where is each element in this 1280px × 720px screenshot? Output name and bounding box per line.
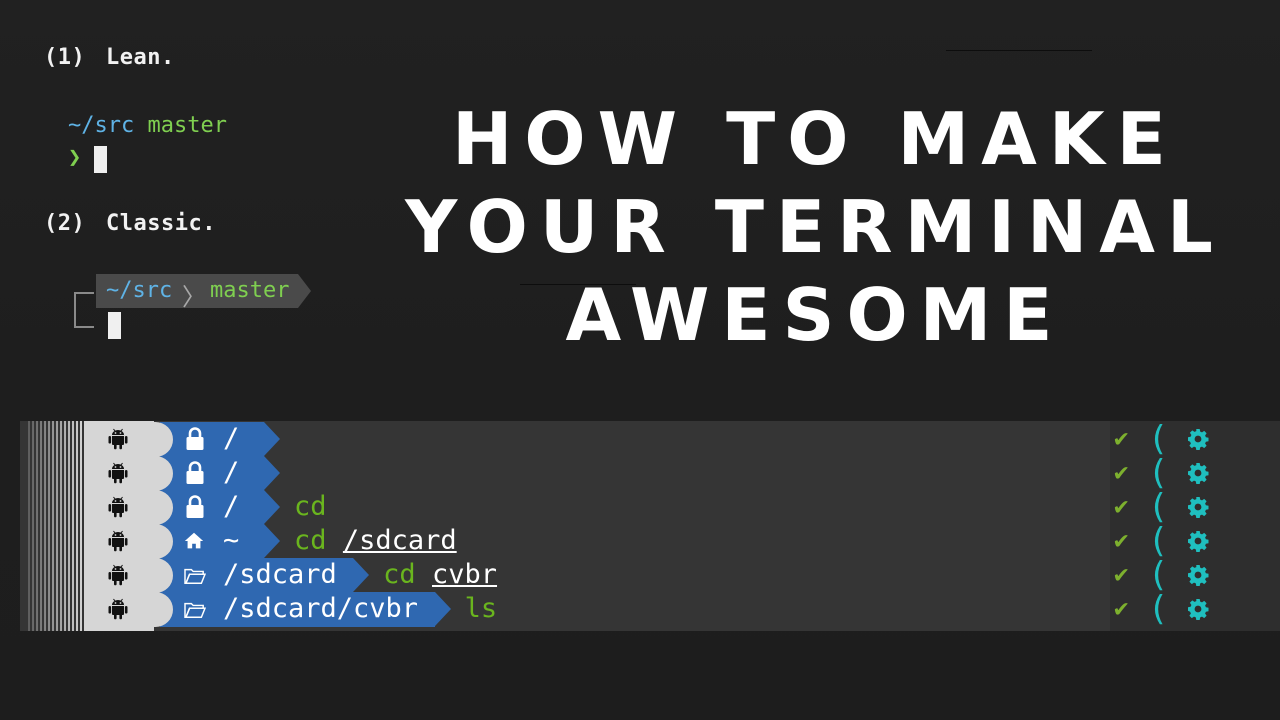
status-separator: (: [1152, 589, 1166, 629]
lean-path: ~/src: [68, 113, 135, 138]
android-icon: [106, 597, 130, 621]
path-segment-arrow: [264, 524, 280, 558]
lean-branch: master: [147, 113, 227, 138]
headline-line-1: HOW TO MAKE: [452, 97, 1178, 181]
status-check-icon: ✔: [1114, 526, 1129, 554]
gear-icon: [1186, 529, 1212, 555]
android-icon: [106, 495, 130, 519]
theme-classic-number: (2): [44, 211, 86, 236]
path-segment-arrow: [264, 456, 280, 490]
terminal-row: / cd ✔(: [20, 487, 1280, 527]
os-segment-cap: [138, 592, 173, 627]
folder-icon: [183, 600, 207, 624]
android-icon: [106, 427, 130, 451]
path-text: /: [223, 491, 240, 522]
path-segment: [160, 456, 264, 491]
lean-prompt-path: ~/src master: [68, 113, 227, 138]
theme-lean-number: (1): [44, 45, 86, 70]
classic-path: ~/src: [106, 278, 173, 303]
headline-line-2: YOUR TERMINAL: [405, 185, 1225, 269]
gear-icon: [1186, 563, 1212, 589]
command-text: cd: [383, 559, 416, 590]
path-segment-arrow: [264, 490, 280, 524]
terminal-row: /sdcard cd cvbr ✔(: [20, 555, 1280, 595]
terminal-row: /sdcard/cvbr ls ✔ (: [20, 589, 1280, 629]
command-text: cd: [294, 525, 327, 556]
headline: HOW TO MAKE YOUR TERMINAL AWESOME: [400, 95, 1230, 359]
status-check-icon: ✔: [1114, 458, 1129, 486]
command-text: ls: [464, 593, 498, 624]
theme-lean-label: (1) Lean.: [44, 45, 175, 70]
gear-icon: [1186, 427, 1212, 453]
command-argument: /sdcard: [342, 525, 457, 556]
os-segment-cap: [138, 558, 173, 593]
classic-bracket: [74, 292, 94, 328]
path-segment: [160, 490, 264, 525]
status-check-icon: ✔: [1114, 492, 1129, 520]
gear-icon: [1186, 597, 1212, 623]
path-segment-arrow: [264, 422, 280, 456]
path-segment-arrow: [353, 558, 370, 592]
os-segment-cap: [138, 524, 173, 559]
theme-classic-label: (2) Classic.: [44, 211, 216, 236]
lock-icon: [183, 426, 207, 456]
theme-classic-title: Classic.: [106, 211, 216, 236]
folder-icon: [183, 566, 207, 590]
path-segment: [160, 422, 264, 457]
os-segment-cap: [138, 422, 173, 457]
status-check-icon: ✔: [1114, 594, 1129, 622]
terminal-row: / ✔(: [20, 453, 1280, 493]
terminal-row: ~ cd/sdcard ✔(: [20, 521, 1280, 561]
theme-lean-title: Lean.: [106, 45, 175, 70]
lean-prompt-symbol: ❯: [68, 145, 82, 170]
path-text: /sdcard/cvbr: [223, 593, 419, 624]
os-segment-cap: [138, 490, 173, 525]
command-text: cd: [294, 491, 327, 522]
classic-separator-icon: 〉: [182, 283, 206, 311]
powerline-terminal: / ✔(/ ✔(/ cd ✔(~ cd/sdcard ✔(/sdcard cd cvbr ✔(/s…: [20, 419, 1280, 631]
android-icon: [106, 461, 130, 485]
home-icon: [183, 530, 205, 556]
path-segment: [160, 524, 264, 559]
status-check-icon: ✔: [1114, 560, 1129, 588]
path-text: ~: [223, 525, 240, 556]
terminal-row: / ✔(: [20, 419, 1280, 459]
divider-line: [946, 50, 1092, 51]
os-segment-cap: [138, 456, 173, 491]
terminal-cursor: [108, 312, 121, 339]
classic-prompt-bar-tip: [298, 274, 311, 308]
gear-icon: [1186, 495, 1212, 521]
status-check-icon: ✔: [1114, 424, 1129, 452]
path-text: /: [223, 423, 240, 454]
path-text: /sdcard: [223, 559, 337, 590]
path-text: /: [223, 457, 240, 488]
headline-line-3: AWESOME: [565, 273, 1065, 357]
gear-icon: [1186, 461, 1212, 487]
path-segment-arrow: [434, 592, 451, 626]
android-icon: [106, 563, 130, 587]
command-argument: cvbr: [432, 559, 498, 590]
android-icon: [106, 529, 130, 553]
classic-branch: master: [210, 278, 290, 303]
lock-icon: [183, 494, 207, 524]
lock-icon: [183, 460, 207, 490]
terminal-cursor: [94, 146, 107, 173]
